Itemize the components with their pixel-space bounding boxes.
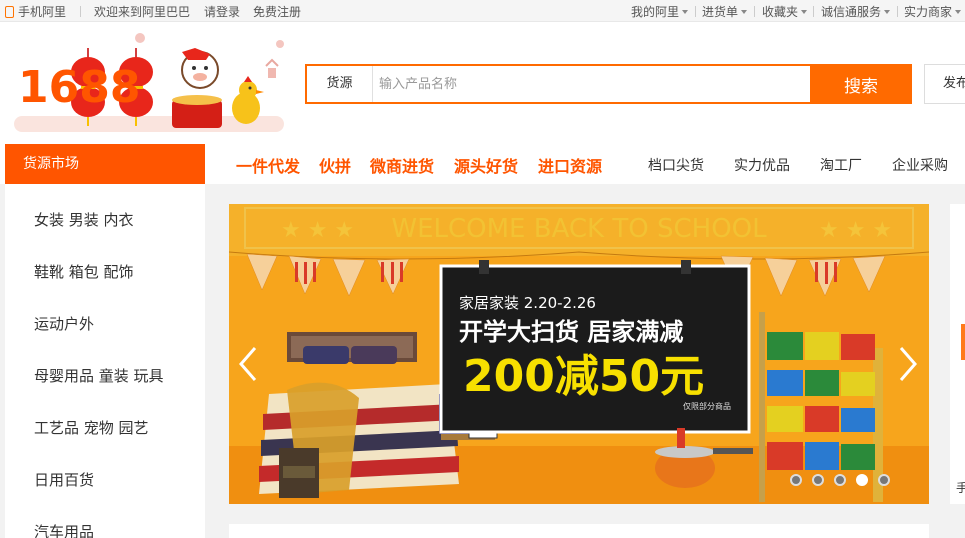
sidebar-item-auto[interactable]: 汽车用品	[34, 521, 94, 538]
chevron-down-icon	[682, 10, 689, 14]
phone-icon	[5, 6, 14, 18]
search-button[interactable]: 搜索	[810, 64, 912, 104]
top-bar: 手机阿里 欢迎来到阿里巴巴 请登录 免费注册 我的阿里 进货单 收藏夹 诚信通服…	[0, 0, 965, 22]
banner-note: 仅限部分商品	[683, 401, 731, 411]
svg-text:★ ★ ★: ★ ★ ★	[281, 218, 354, 243]
promo-banner[interactable]: ★ ★ ★ ★ ★ ★ WELCOME BACK TO SCHOOL 家居家装 …	[229, 204, 929, 504]
nav-import[interactable]: 进口资源	[538, 153, 602, 177]
banner-headline: WELCOME BACK TO SCHOOL	[391, 214, 767, 244]
purchase-list-menu[interactable]: 进货单	[702, 3, 748, 20]
logo[interactable]: 1688	[10, 30, 290, 138]
banner-offer: 200减50元	[463, 351, 704, 402]
banner-prev-arrow[interactable]	[239, 346, 257, 382]
chevron-down-icon	[955, 10, 962, 14]
mobile-ali-link[interactable]: 手机阿里	[5, 3, 66, 20]
sidebar-item-sports[interactable]: 运动户外	[34, 313, 94, 334]
nav-quality-goods[interactable]: 实力优品	[734, 155, 790, 175]
publish-button[interactable]: 发布	[924, 64, 965, 104]
my-ali-menu[interactable]: 我的阿里	[631, 3, 689, 20]
chevron-down-icon	[801, 10, 808, 14]
carousel-dot-active[interactable]	[856, 474, 868, 486]
favorites-menu[interactable]: 收藏夹	[762, 3, 808, 20]
category-menu-title[interactable]: 货源市场	[5, 144, 205, 184]
sidebar-item-baby-toys[interactable]: 母婴用品 童装 玩具	[34, 365, 164, 386]
svg-text:★ ★ ★: ★ ★ ★	[819, 218, 892, 243]
chevron-down-icon	[741, 10, 748, 14]
nav-enterprise[interactable]: 企业采购	[892, 155, 948, 175]
login-link[interactable]: 请登录	[204, 3, 240, 20]
sidebar-item-crafts-pets[interactable]: 工艺品 宠物 园艺	[34, 417, 149, 438]
right-panel: 手	[950, 204, 965, 504]
header: 1688 货源 搜索 发布	[0, 22, 965, 144]
search-bar: 货源 搜索	[305, 64, 912, 104]
register-link[interactable]: 免费注册	[253, 3, 301, 20]
sidebar-item-clothing[interactable]: 女装 男装 内衣	[34, 209, 134, 230]
merchant-menu[interactable]: 实力商家	[904, 3, 962, 20]
svg-text:1688: 1688	[18, 62, 140, 113]
carousel-dot[interactable]	[790, 474, 802, 486]
nav-dropship[interactable]: 一件代发	[236, 153, 300, 177]
nav-wechat-supply[interactable]: 微商进货	[370, 153, 434, 177]
banner-next-arrow[interactable]	[899, 346, 917, 382]
chevron-down-icon	[884, 10, 891, 14]
carousel-dot[interactable]	[834, 474, 846, 486]
carousel-dot[interactable]	[878, 474, 890, 486]
category-sidebar: 女装 男装 内衣 鞋靴 箱包 配饰 运动户外 母婴用品 童装 玩具 工艺品 宠物…	[5, 184, 205, 538]
main-nav: 货源市场 一件代发 伙拼 微商进货 源头好货 进口资源 档口尖货 实力优品 淘工…	[0, 144, 965, 184]
search-input[interactable]	[379, 66, 809, 102]
content-card	[229, 524, 929, 538]
banner-main: 开学大扫货 居家满减	[459, 318, 683, 346]
nav-stall-goods[interactable]: 档口尖货	[648, 155, 704, 175]
nav-tao-factory[interactable]: 淘工厂	[820, 155, 862, 175]
nav-source-goods[interactable]: 源头好货	[454, 153, 518, 177]
search-type-selector[interactable]: 货源	[307, 66, 373, 102]
carousel-dot[interactable]	[812, 474, 824, 486]
nav-group-buy[interactable]: 伙拼	[319, 153, 351, 177]
sidebar-item-daily-goods[interactable]: 日用百货	[34, 469, 94, 490]
welcome-text: 欢迎来到阿里巴巴	[94, 5, 191, 19]
banner-subtitle: 家居家装 2.20-2.26	[459, 294, 596, 312]
trust-service-menu[interactable]: 诚信通服务	[821, 3, 891, 20]
sidebar-item-shoes-bags[interactable]: 鞋靴 箱包 配饰	[34, 261, 134, 282]
